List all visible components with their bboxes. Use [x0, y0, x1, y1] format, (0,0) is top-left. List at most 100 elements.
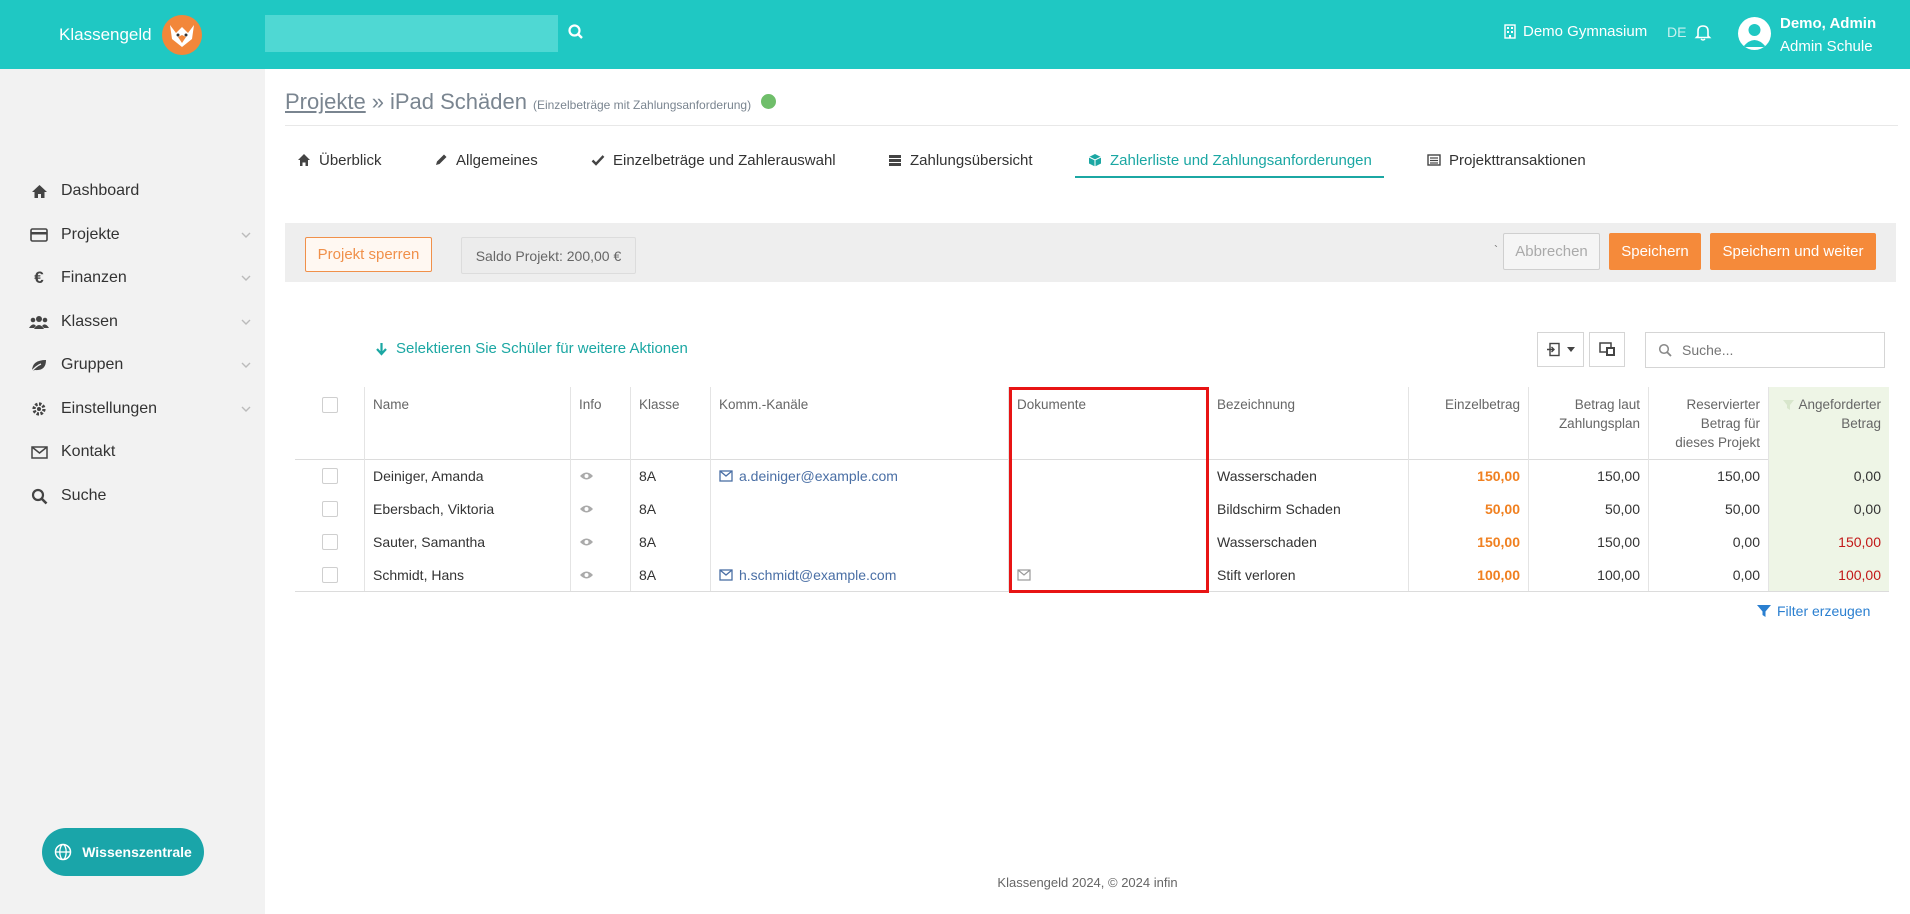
- table-search[interactable]: [1645, 332, 1885, 368]
- klasse-cell: 8A: [631, 492, 711, 525]
- lock-project-button[interactable]: Projekt sperren: [305, 237, 432, 272]
- tab-allgemeines[interactable]: Allgemeines: [434, 150, 538, 170]
- status-dot: [761, 94, 777, 109]
- sidebar-item-finanzen[interactable]: € Finanzen: [0, 258, 265, 298]
- avatar[interactable]: [1738, 17, 1771, 50]
- user-name[interactable]: Demo, Admin: [1780, 15, 1876, 32]
- student-name[interactable]: Ebersbach, Viktoria: [365, 492, 571, 525]
- info-cell[interactable]: [571, 558, 631, 591]
- create-filter-link[interactable]: Filter erzeugen: [1757, 603, 1870, 619]
- sidebar-item-einstellungen[interactable]: Einstellungen: [0, 389, 265, 429]
- cancel-button[interactable]: Abbrechen: [1503, 233, 1600, 270]
- email-cell[interactable]: h.schmidt@example.com: [711, 558, 1009, 591]
- chevron-down-icon: [241, 275, 251, 281]
- row-checkbox[interactable]: [321, 500, 338, 517]
- select-all-checkbox[interactable]: [321, 397, 338, 413]
- tab-zahlerliste[interactable]: Zahlerliste und Zahlungsanforderungen: [1088, 150, 1372, 170]
- header-name[interactable]: Name: [365, 387, 571, 459]
- email-address[interactable]: h.schmidt@example.com: [739, 567, 896, 583]
- row-checkbox[interactable]: [321, 566, 338, 583]
- row-select[interactable]: [295, 459, 365, 492]
- school-selector[interactable]: Demo Gymnasium: [1504, 23, 1647, 40]
- tab-ueberblick[interactable]: Überblick: [297, 150, 382, 170]
- stray-mark: `: [1494, 243, 1498, 257]
- save-button[interactable]: Speichern: [1609, 233, 1701, 270]
- header-line: Betrag: [1841, 416, 1881, 431]
- leaf-icon: [29, 355, 49, 375]
- header-klasse[interactable]: Klasse: [631, 387, 711, 459]
- search-icon: [1658, 343, 1672, 357]
- table-row[interactable]: Deiniger, Amanda 8A a.deiniger@example.c…: [295, 459, 1889, 492]
- einzelbetrag-cell: 100,00: [1409, 558, 1529, 591]
- email-cell[interactable]: a.deiniger@example.com: [711, 459, 1009, 492]
- select-students-hint[interactable]: Selektieren Sie Schüler für weitere Akti…: [375, 340, 688, 357]
- sidebar-item-suche[interactable]: Suche: [0, 476, 265, 516]
- columns-toggle-button[interactable]: [1589, 332, 1625, 367]
- header-select-all[interactable]: [295, 387, 365, 459]
- info-cell[interactable]: [571, 459, 631, 492]
- home-icon: [29, 181, 49, 201]
- wissenszentrale-button[interactable]: Wissenszentrale: [42, 828, 204, 876]
- eye-icon[interactable]: [579, 570, 594, 580]
- email-address[interactable]: a.deiniger@example.com: [739, 468, 898, 484]
- header-einzelbetrag[interactable]: Einzelbetrag: [1409, 387, 1529, 459]
- brand-name: Klassengeld: [59, 24, 152, 44]
- save-continue-button[interactable]: Speichern und weiter: [1710, 233, 1876, 270]
- tab-einzelbetraege[interactable]: Einzelbeträge und Zahlerauswahl: [591, 150, 836, 170]
- columns-icon: [1598, 342, 1615, 356]
- sidebar-item-projekte[interactable]: Projekte: [0, 215, 265, 255]
- breadcrumb-projekte-link[interactable]: Projekte: [285, 89, 366, 115]
- header-kanaele[interactable]: Komm.-Kanäle: [711, 387, 1009, 459]
- row-select[interactable]: [295, 525, 365, 558]
- row-checkbox[interactable]: [321, 467, 338, 484]
- table-row[interactable]: Schmidt, Hans 8A h.schmidt@example.com S…: [295, 558, 1889, 591]
- tab-label: Einzelbeträge und Zahlerauswahl: [613, 151, 836, 169]
- sidebar-item-kontakt[interactable]: Kontakt: [0, 432, 265, 472]
- users-icon: [29, 312, 49, 332]
- tab-projekttransaktionen[interactable]: Projekttransaktionen: [1427, 150, 1586, 170]
- header-betrag-plan[interactable]: Betrag laut Zahlungsplan: [1529, 387, 1649, 459]
- bell-icon[interactable]: [1694, 23, 1712, 41]
- table-row[interactable]: Sauter, Samantha 8A Wasserschaden 150,00…: [295, 525, 1889, 558]
- documents-cell[interactable]: [1009, 558, 1209, 591]
- table-search-input[interactable]: [1682, 342, 1862, 358]
- angefordert-cell: 0,00: [1769, 459, 1889, 492]
- info-cell[interactable]: [571, 525, 631, 558]
- header-bezeichnung[interactable]: Bezeichnung: [1209, 387, 1409, 459]
- search-icon[interactable]: [567, 23, 585, 41]
- brand-logo[interactable]: Klassengeld: [59, 0, 204, 69]
- header-angefordert[interactable]: Angeforderter Betrag: [1769, 387, 1889, 459]
- eye-icon[interactable]: [579, 537, 594, 547]
- eye-icon[interactable]: [579, 471, 594, 481]
- header-reserviert[interactable]: Reservierter Betrag für dieses Projekt: [1649, 387, 1769, 459]
- sidebar-item-label: Klassen: [61, 313, 118, 330]
- header-line: Zahlungsplan: [1558, 416, 1640, 431]
- student-name[interactable]: Sauter, Samantha: [365, 525, 571, 558]
- row-checkbox[interactable]: [321, 533, 338, 550]
- global-search-input[interactable]: [265, 15, 558, 52]
- sidebar-item-klassen[interactable]: Klassen: [0, 302, 265, 342]
- student-name[interactable]: Schmidt, Hans: [365, 558, 571, 591]
- envelope-icon[interactable]: [1017, 568, 1031, 581]
- header-dokumente[interactable]: Dokumente: [1009, 387, 1209, 459]
- language-switch[interactable]: DE: [1667, 24, 1686, 40]
- student-name[interactable]: Deiniger, Amanda: [365, 459, 571, 492]
- sidebar: Dashboard Projekte € Finanzen Klassen Gr…: [0, 69, 265, 914]
- tab-zahlungsuebersicht[interactable]: Zahlungsübersicht: [888, 150, 1033, 170]
- info-cell[interactable]: [571, 492, 631, 525]
- eye-icon[interactable]: [579, 504, 594, 514]
- building-icon: [1504, 24, 1516, 39]
- plan-cell: 150,00: [1529, 459, 1649, 492]
- sidebar-item-dashboard[interactable]: Dashboard: [0, 171, 265, 211]
- row-select[interactable]: [295, 492, 365, 525]
- sidebar-item-label: Kontakt: [61, 443, 116, 460]
- divider: [285, 125, 1898, 126]
- row-select[interactable]: [295, 558, 365, 591]
- header-info[interactable]: Info: [571, 387, 631, 459]
- breadcrumb-separator: »: [371, 89, 384, 114]
- school-name: Demo Gymnasium: [1523, 23, 1648, 40]
- table-row[interactable]: Ebersbach, Viktoria 8A Bildschirm Schade…: [295, 492, 1889, 525]
- angefordert-cell: 0,00: [1769, 492, 1889, 525]
- sidebar-item-gruppen[interactable]: Gruppen: [0, 345, 265, 385]
- export-dropdown-button[interactable]: [1537, 332, 1584, 367]
